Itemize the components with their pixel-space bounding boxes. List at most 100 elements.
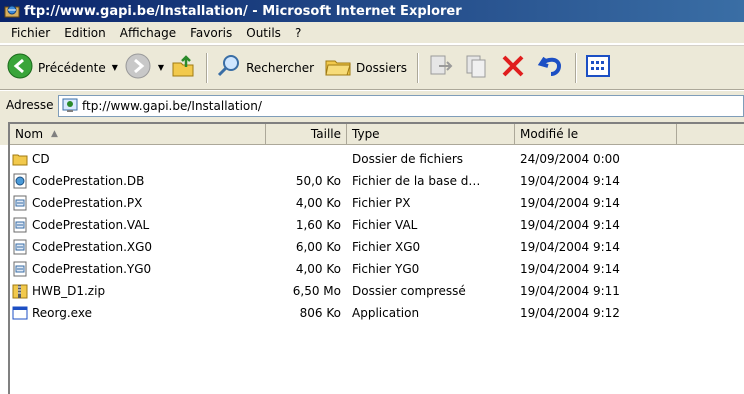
search-label: Rechercher (246, 60, 315, 75)
file-name: CodePrestation.YG0 (32, 262, 152, 276)
forward-button[interactable]: ▼ (124, 52, 168, 84)
menu-favoris[interactable]: Favoris (183, 26, 239, 40)
ftp-folder-icon (62, 97, 78, 116)
file-modified: 19/04/2004 9:12 (520, 306, 620, 320)
column-header-empty[interactable] (677, 124, 744, 145)
file-type: Dossier compressé (352, 284, 466, 298)
forward-dropdown-icon[interactable]: ▼ (158, 63, 164, 72)
sort-ascending-icon: ▲ (51, 129, 58, 139)
menu-fichier[interactable]: Fichier (4, 26, 57, 40)
undo-arrow-icon (537, 52, 565, 83)
views-grid-icon (585, 53, 611, 82)
internet-explorer-icon (4, 3, 20, 19)
file-type: Fichier VAL (352, 218, 418, 232)
database-file-icon (12, 173, 28, 189)
file-type: Fichier XG0 (352, 240, 421, 254)
address-label: Adresse (6, 98, 54, 112)
column-header-type[interactable]: Type (347, 124, 515, 145)
folders-button[interactable]: Dossiers (324, 52, 407, 84)
table-row[interactable]: CodePrestation.PX 4,00 Ko Fichier PX 19/… (10, 192, 744, 214)
column-header-modified[interactable]: Modifié le (515, 124, 677, 145)
toolbar-separator (575, 52, 578, 83)
column-size-label: Taille (310, 127, 341, 141)
up-folder-button[interactable] (170, 52, 196, 84)
list-header: Nom ▲ Taille Type Modifié le (10, 124, 744, 145)
column-modified-label: Modifié le (520, 127, 579, 141)
file-name: CodePrestation.PX (32, 196, 143, 210)
column-name-label: Nom (15, 127, 44, 141)
folders-label: Dossiers (356, 60, 408, 75)
toolbar-separator (206, 52, 209, 83)
move-to-button[interactable] (427, 52, 455, 84)
copy-to-icon (463, 52, 491, 83)
menu-help[interactable]: ? (288, 26, 308, 40)
file-name: HWB_D1.zip (32, 284, 106, 298)
file-name: CD (32, 152, 50, 166)
generic-file-icon (12, 195, 28, 211)
menu-edition[interactable]: Edition (57, 26, 113, 40)
copy-to-button[interactable] (463, 52, 491, 84)
back-dropdown-icon[interactable]: ▼ (112, 63, 118, 72)
title-bar[interactable]: ftp://www.gapi.be/Installation/ - Micros… (0, 0, 744, 22)
table-row[interactable]: CodePrestation.VAL 1,60 Ko Fichier VAL 1… (10, 214, 744, 236)
column-header-size[interactable]: Taille (266, 124, 347, 145)
file-modified: 19/04/2004 9:14 (520, 174, 620, 188)
generic-file-icon (12, 239, 28, 255)
menu-outils[interactable]: Outils (239, 26, 288, 40)
views-button[interactable] (585, 52, 611, 84)
back-label: Précédente (38, 60, 106, 75)
zip-file-icon (12, 283, 28, 299)
menu-affichage[interactable]: Affichage (113, 26, 183, 40)
search-button[interactable]: Rechercher (216, 52, 314, 84)
file-size: 6,50 Mo (292, 284, 341, 298)
table-row[interactable]: CodePrestation.DB 50,0 Ko Fichier de la … (10, 170, 744, 192)
file-size: 6,00 Ko (295, 240, 341, 254)
file-modified: 19/04/2004 9:14 (520, 240, 620, 254)
file-modified: 19/04/2004 9:14 (520, 196, 620, 210)
column-header-name[interactable]: Nom ▲ (10, 124, 266, 145)
window-title: ftp://www.gapi.be/Installation/ - Micros… (24, 3, 462, 19)
file-name: Reorg.exe (32, 306, 92, 320)
file-type: Dossier de fichiers (352, 152, 464, 166)
folder-icon (12, 151, 28, 167)
toolbar-separator (417, 52, 420, 83)
file-size: 50,0 Ko (295, 174, 341, 188)
move-to-icon (427, 52, 455, 83)
table-row[interactable]: Reorg.exe 806 Ko Application 19/04/2004 … (10, 302, 744, 324)
file-name: CodePrestation.XG0 (32, 240, 153, 254)
file-modified: 19/04/2004 9:14 (520, 262, 620, 276)
undo-button[interactable] (537, 52, 565, 84)
file-type: Fichier de la base d… (352, 174, 481, 188)
table-row[interactable]: HWB_D1.zip 6,50 Mo Dossier compressé 19/… (10, 280, 744, 302)
address-input[interactable]: ftp://www.gapi.be/Installation/ (58, 95, 744, 117)
table-row[interactable]: CodePrestation.XG0 6,00 Ko Fichier XG0 1… (10, 236, 744, 258)
back-arrow-icon (6, 52, 34, 83)
up-folder-icon (170, 53, 196, 82)
delete-x-icon (499, 52, 527, 83)
file-size: 1,60 Ko (295, 218, 341, 232)
file-type: Fichier PX (352, 196, 411, 210)
table-row[interactable]: CD Dossier de fichiers 24/09/2004 0:00 (10, 148, 744, 170)
back-button[interactable]: Précédente ▼ (6, 52, 122, 84)
file-rows: CD Dossier de fichiers 24/09/2004 0:00 C… (10, 148, 744, 324)
file-list[interactable]: Nom ▲ Taille Type Modifié le CD Dossier … (8, 122, 744, 394)
file-modified: 19/04/2004 9:11 (520, 284, 620, 298)
application-icon (12, 305, 28, 321)
generic-file-icon (12, 261, 28, 277)
table-row[interactable]: CodePrestation.YG0 4,00 Ko Fichier YG0 1… (10, 258, 744, 280)
generic-file-icon (12, 217, 28, 233)
file-name: CodePrestation.VAL (32, 218, 150, 232)
file-modified: 24/09/2004 0:00 (520, 152, 620, 166)
folders-icon (324, 53, 352, 82)
file-name: CodePrestation.DB (32, 174, 145, 188)
file-size: 4,00 Ko (295, 196, 341, 210)
menu-bar: Fichier Edition Affichage Favoris Outils… (0, 22, 744, 44)
file-size: 806 Ko (299, 306, 341, 320)
delete-button[interactable] (499, 52, 527, 84)
address-value: ftp://www.gapi.be/Installation/ (82, 99, 262, 113)
column-type-label: Type (352, 127, 380, 141)
file-size: 4,00 Ko (295, 262, 341, 276)
search-icon (216, 53, 242, 82)
forward-arrow-icon (124, 52, 152, 83)
file-type: Application (352, 306, 420, 320)
